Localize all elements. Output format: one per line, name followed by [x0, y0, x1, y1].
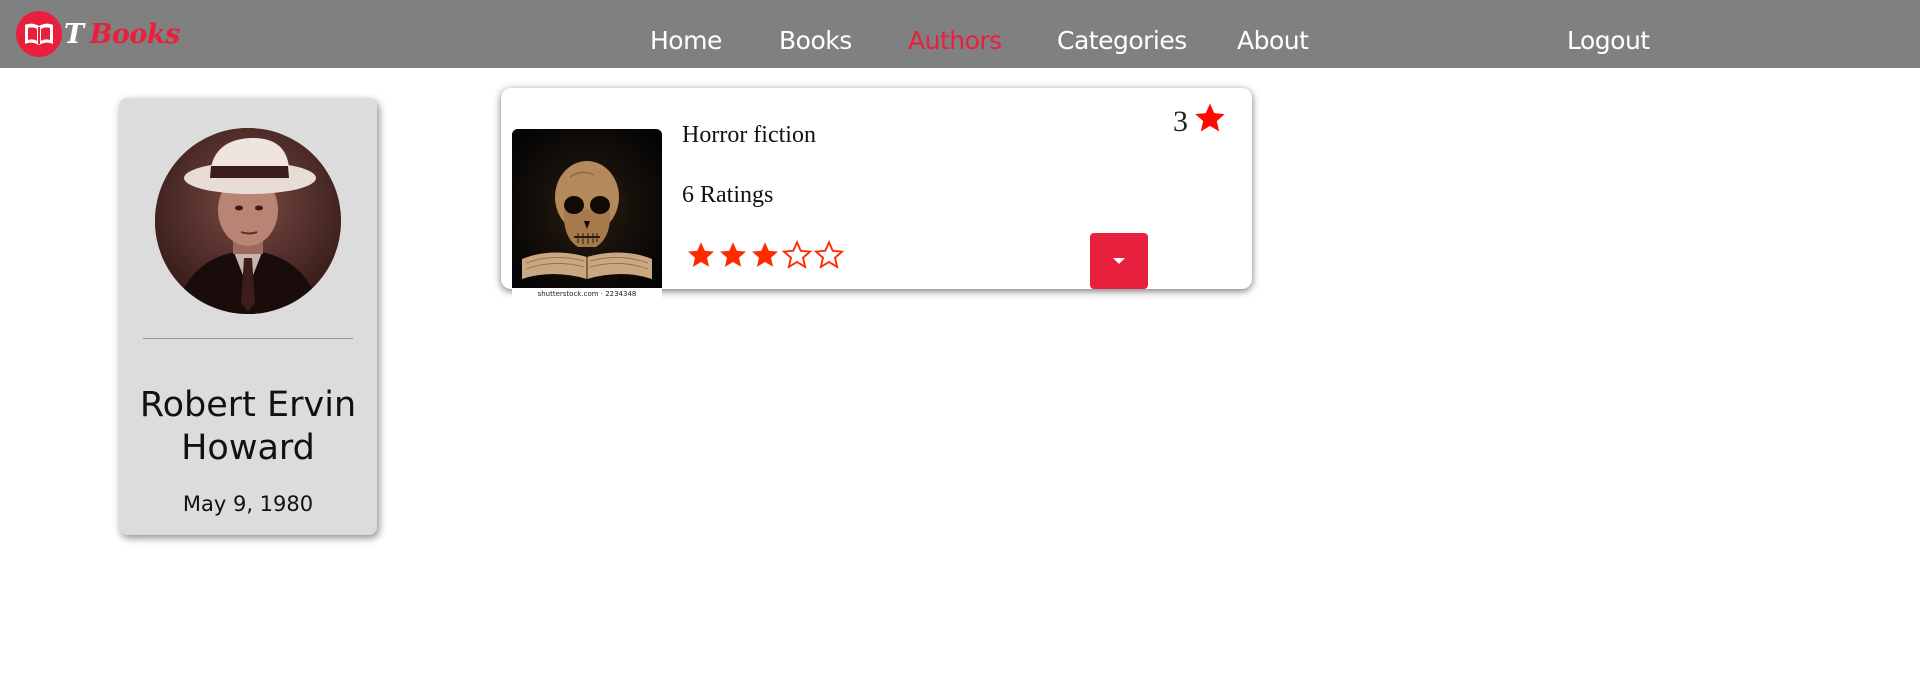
navbar: T Books Home Books Authors Categories Abo… [0, 0, 1920, 68]
book-dropdown-button[interactable] [1090, 233, 1148, 289]
brand-books: Books [89, 18, 181, 50]
nav-categories[interactable]: Categories [1057, 26, 1187, 55]
star-empty-icon[interactable] [782, 240, 812, 270]
star-filled-icon[interactable] [750, 240, 780, 270]
author-date: May 9, 1980 [182, 492, 314, 516]
nav-home[interactable]: Home [650, 26, 722, 55]
star-filled-icon[interactable] [686, 240, 716, 270]
author-card: Robert Ervin Howard May 9, 1980 [119, 98, 377, 535]
brand-logo[interactable]: T Books [16, 10, 180, 58]
nav-authors[interactable]: Authors [908, 26, 1002, 55]
book-card[interactable]: shutterstock.com · 2234348 Horror fictio… [501, 88, 1252, 300]
cover-caption: shutterstock.com · 2234348 [512, 288, 662, 300]
author-avatar [155, 128, 341, 314]
star-rating[interactable] [686, 240, 846, 270]
book-title[interactable]: Horror fiction [682, 122, 816, 149]
brand-t: T [64, 18, 84, 50]
nav-about[interactable]: About [1237, 26, 1309, 55]
author-name: Robert Ervin Howard [139, 385, 357, 468]
average-rating: 3 [1173, 105, 1188, 138]
ratings-count: 6 Ratings [682, 182, 774, 208]
logout-link[interactable]: Logout [1567, 26, 1650, 55]
star-empty-icon[interactable] [814, 240, 844, 270]
star-filled-icon [1195, 103, 1225, 132]
star-filled-icon[interactable] [718, 240, 748, 270]
author-divider [143, 338, 353, 339]
nav-books[interactable]: Books [779, 26, 852, 55]
open-book-icon [16, 11, 62, 57]
book-cover[interactable]: shutterstock.com · 2234348 [512, 129, 662, 300]
caret-down-icon [1113, 258, 1125, 264]
